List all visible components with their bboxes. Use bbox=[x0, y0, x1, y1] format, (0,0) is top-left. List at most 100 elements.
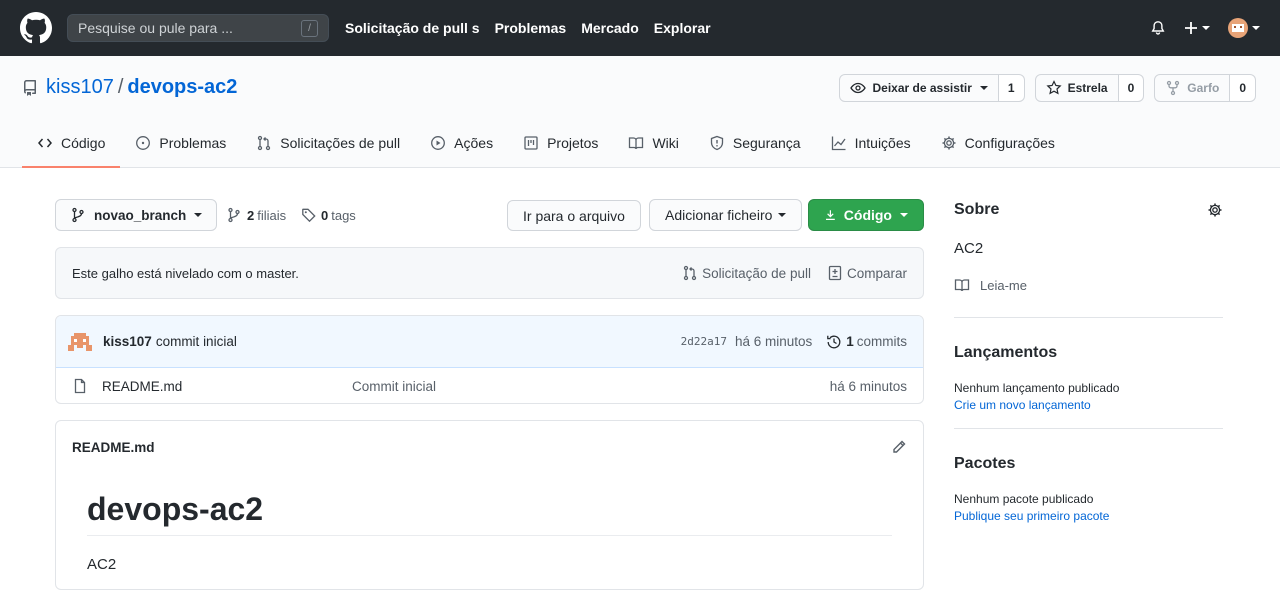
tab-label: Segurança bbox=[732, 135, 801, 151]
watch-count[interactable]: 1 bbox=[998, 74, 1025, 102]
file-commit-message-link[interactable]: Commit inicial bbox=[352, 379, 436, 394]
repo-icon bbox=[23, 79, 36, 96]
readme-body: AC2 bbox=[87, 556, 117, 573]
tab-actions[interactable]: Ações bbox=[415, 119, 508, 167]
tag-icon bbox=[302, 208, 316, 223]
nav-explore[interactable]: Explorar bbox=[654, 20, 711, 36]
watch-button-group: Deixar de assistir 1 bbox=[839, 74, 1025, 102]
pull-request-link[interactable]: Solicitação de pull bbox=[682, 265, 811, 281]
repo-header: kiss107 / devops-ac2 Deixar de assistir … bbox=[0, 56, 1280, 168]
chevron-down-icon bbox=[194, 213, 203, 217]
create-release-link[interactable]: Crie um novo lançamento bbox=[954, 398, 1223, 412]
packages-title[interactable]: Pacotes bbox=[954, 455, 1223, 473]
readme-filename: README.md bbox=[72, 439, 155, 455]
about-header: Sobre bbox=[954, 200, 1223, 220]
repo-tabs: Código Problemas Solicitações de pull Aç… bbox=[22, 119, 1070, 168]
branch-icon bbox=[72, 207, 84, 223]
user-menu[interactable] bbox=[1228, 18, 1260, 38]
pull-request-icon bbox=[258, 135, 271, 151]
commits-label: commits bbox=[856, 334, 907, 349]
readme-box: README.md devops-ac2 AC2 bbox=[55, 420, 924, 590]
compare-link[interactable]: Comparar bbox=[827, 265, 907, 281]
compare-label: Comparar bbox=[846, 265, 907, 281]
chevron-down-icon bbox=[778, 213, 787, 217]
code-download-button[interactable]: Código bbox=[808, 199, 924, 231]
tab-insights[interactable]: Intuições bbox=[816, 119, 926, 167]
tab-pull-requests[interactable]: Solicitações de pull bbox=[241, 119, 415, 167]
repo-title-separator: / bbox=[117, 76, 124, 98]
tab-label: Configurações bbox=[964, 135, 1055, 151]
branches-label: filiais bbox=[257, 207, 287, 223]
tab-security[interactable]: Segurança bbox=[694, 119, 816, 167]
fork-icon bbox=[1167, 80, 1180, 96]
fork-button-group: Garfo 0 bbox=[1154, 74, 1256, 102]
commit-message-link[interactable]: commit inicial bbox=[156, 334, 237, 349]
tab-settings[interactable]: Configurações bbox=[926, 119, 1070, 167]
readme-title-divider bbox=[87, 535, 892, 536]
fork-button[interactable]: Garfo bbox=[1154, 74, 1231, 102]
star-button[interactable]: Estrela bbox=[1034, 74, 1119, 102]
latest-commit-row: kiss107 commit inicial 2d22a17 há 6 minu… bbox=[56, 316, 923, 368]
repo-title: kiss107 / devops-ac2 bbox=[22, 76, 237, 99]
branches-link[interactable]: 2 filiais bbox=[226, 199, 286, 231]
star-label: Estrela bbox=[1067, 81, 1108, 95]
repo-name-link[interactable]: devops-ac2 bbox=[127, 76, 237, 99]
readme-link-label: Leia-me bbox=[980, 277, 1027, 293]
search-placeholder: Pesquise ou pule para ... bbox=[78, 20, 233, 36]
commits-history-link[interactable]: 1 commits bbox=[826, 334, 907, 350]
repo-owner-link[interactable]: kiss107 bbox=[46, 76, 114, 99]
branch-status-banner: Este galho está nivelado com o master. S… bbox=[55, 247, 924, 299]
tags-count: 0 bbox=[321, 207, 329, 223]
readme-link[interactable]: Leia-me bbox=[954, 277, 1223, 293]
file-icon bbox=[74, 378, 86, 394]
pencil-icon[interactable] bbox=[891, 439, 907, 455]
releases-title[interactable]: Lançamentos bbox=[954, 344, 1223, 362]
github-logo-icon[interactable] bbox=[20, 12, 52, 44]
gear-icon[interactable] bbox=[1207, 202, 1223, 218]
publish-package-link[interactable]: Publique seu primeiro pacote bbox=[954, 509, 1223, 523]
tags-link[interactable]: 0 tags bbox=[301, 199, 356, 231]
nav-marketplace[interactable]: Mercado bbox=[581, 20, 639, 36]
commits-count: 1 bbox=[846, 334, 854, 349]
tab-wiki[interactable]: Wiki bbox=[613, 119, 693, 167]
search-input[interactable]: Pesquise ou pule para ... / bbox=[67, 14, 329, 42]
releases-empty-text: Nenhum lançamento publicado bbox=[954, 381, 1120, 395]
repo-description: AC2 bbox=[954, 240, 984, 257]
global-header: Pesquise ou pule para ... / Solicitação … bbox=[0, 0, 1280, 56]
commit-author-link[interactable]: kiss107 bbox=[103, 334, 152, 349]
star-count[interactable]: 0 bbox=[1118, 74, 1145, 102]
tab-issues[interactable]: Problemas bbox=[120, 119, 241, 167]
code-icon bbox=[38, 138, 52, 148]
book-icon bbox=[954, 279, 970, 292]
chevron-down-icon bbox=[979, 86, 988, 90]
fork-count[interactable]: 0 bbox=[1230, 74, 1256, 102]
tab-projects[interactable]: Projetos bbox=[508, 119, 613, 167]
global-nav: Solicitação de pull s Problemas Mercado … bbox=[345, 20, 726, 36]
chevron-down-icon bbox=[1202, 26, 1210, 30]
tab-code[interactable]: Código bbox=[22, 119, 121, 168]
branches-count: 2 bbox=[247, 207, 255, 223]
add-file-button[interactable]: Adicionar ficheiro bbox=[649, 199, 803, 231]
file-commit-time: há 6 minutos bbox=[829, 378, 907, 394]
packages-empty-text: Nenhum pacote publicado bbox=[954, 492, 1094, 506]
commit-sha-link[interactable]: 2d22a17 bbox=[681, 335, 727, 348]
file-name-link[interactable]: README.md bbox=[102, 379, 352, 394]
file-row[interactable]: README.md Commit inicial há 6 minutos bbox=[56, 368, 923, 403]
avatar[interactable] bbox=[68, 329, 92, 354]
nav-pull-requests[interactable]: Solicitação de pull s bbox=[345, 20, 480, 36]
readme-title: devops-ac2 bbox=[87, 491, 264, 527]
diff-icon bbox=[828, 265, 842, 281]
nav-issues[interactable]: Problemas bbox=[495, 20, 567, 36]
branch-select-button[interactable]: novao_branch bbox=[55, 199, 218, 231]
code-button-label: Código bbox=[843, 207, 892, 223]
watch-button[interactable]: Deixar de assistir bbox=[839, 74, 999, 102]
eye-icon bbox=[850, 82, 867, 94]
go-to-file-button[interactable]: Ir para o arquivo bbox=[507, 200, 641, 231]
bell-icon[interactable] bbox=[1150, 20, 1166, 36]
go-to-file-label: Ir para o arquivo bbox=[523, 207, 625, 224]
commit-time: há 6 minutos bbox=[734, 334, 813, 349]
branch-icon bbox=[228, 207, 240, 223]
create-new-menu[interactable] bbox=[1184, 21, 1210, 35]
shield-icon bbox=[710, 135, 724, 151]
gear-icon bbox=[942, 136, 956, 150]
